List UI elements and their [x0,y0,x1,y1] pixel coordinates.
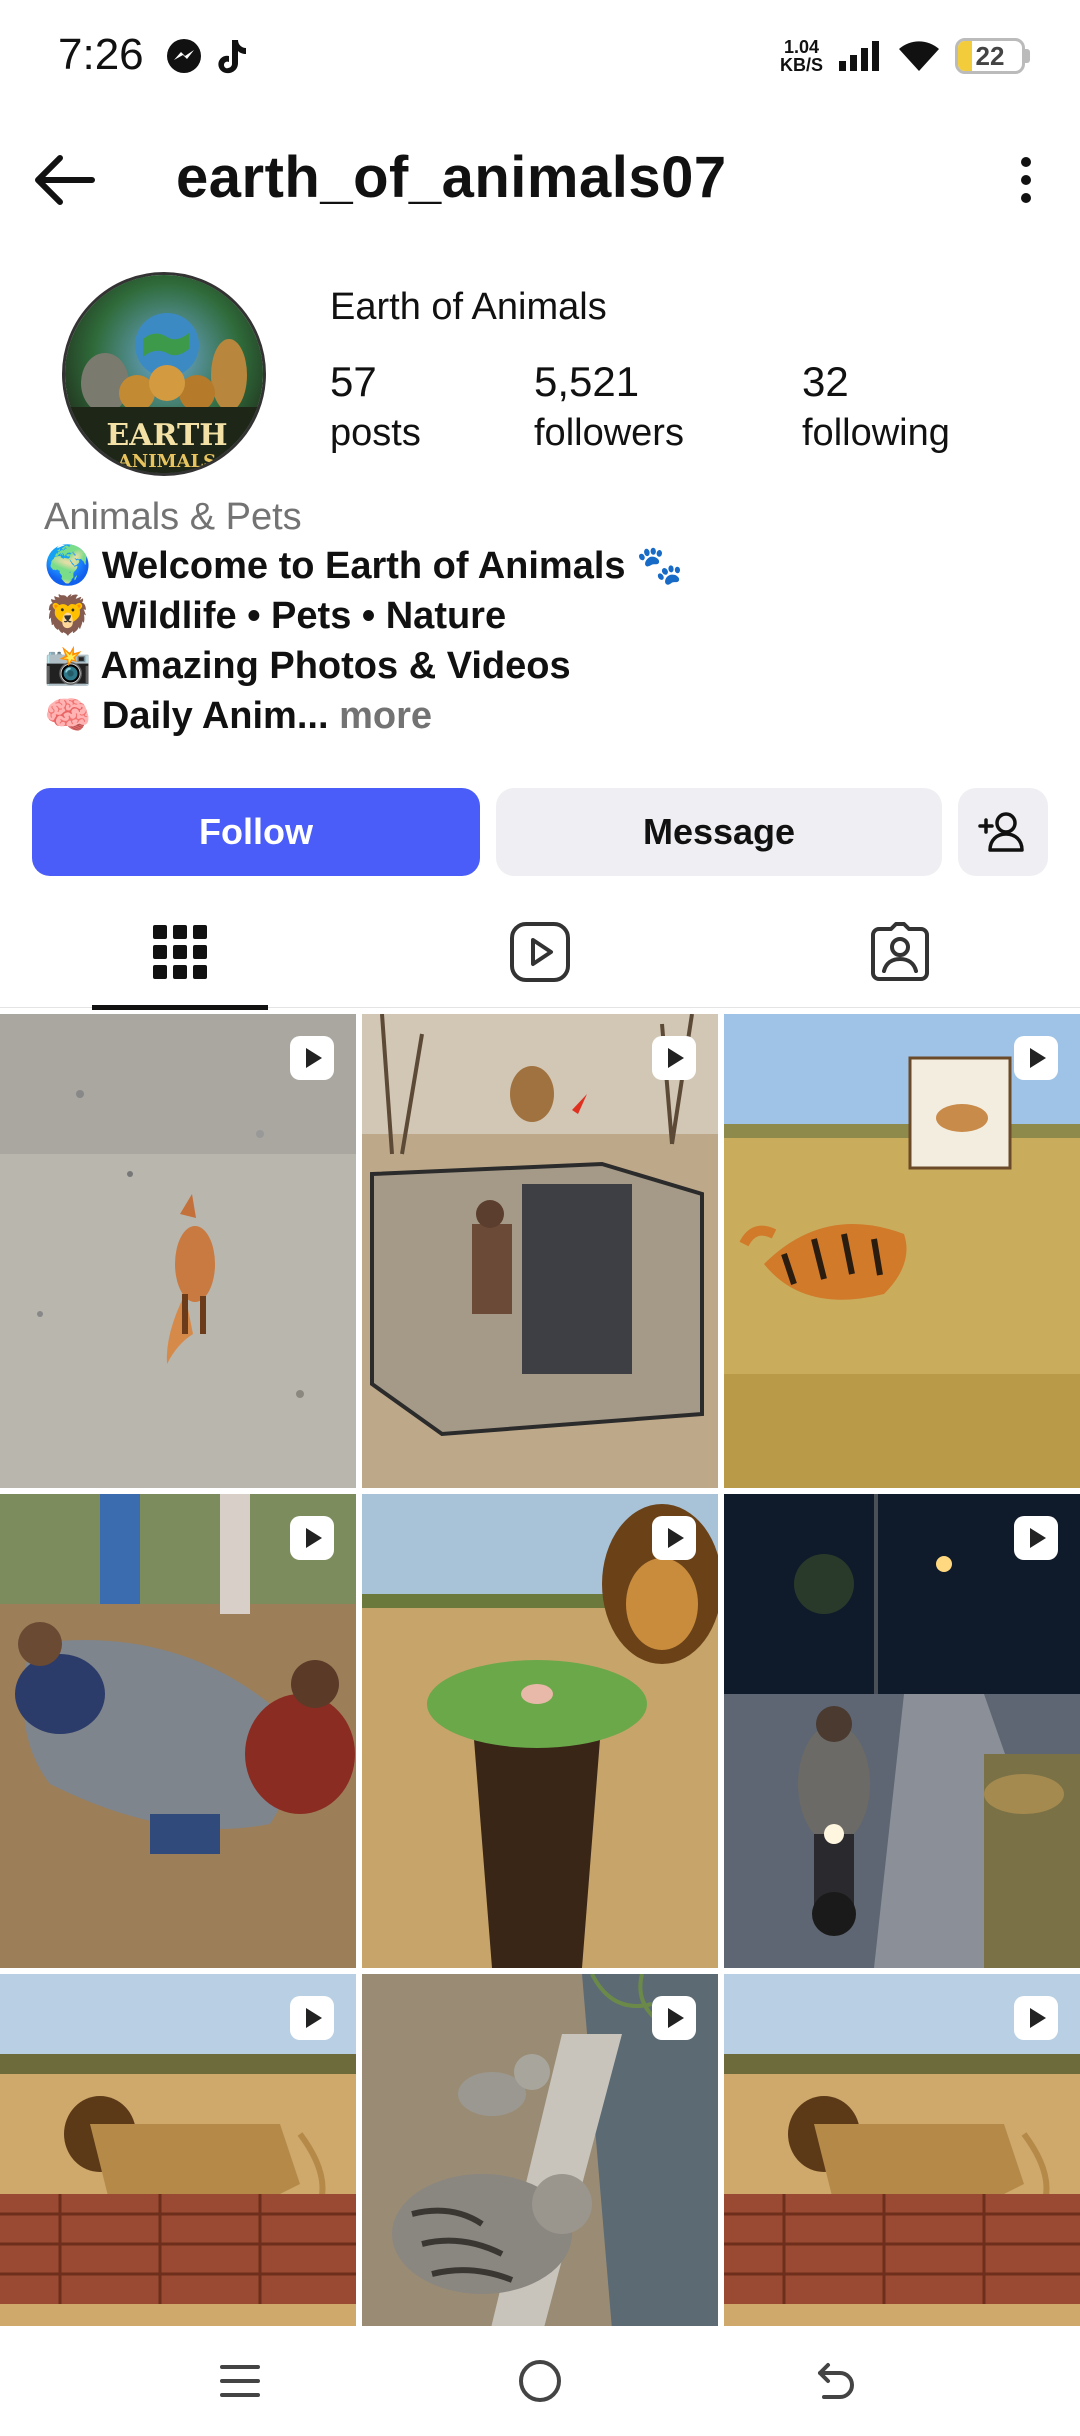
suggest-accounts-button[interactable] [958,788,1048,876]
lion-and-pit-image [362,1494,718,1968]
reel-badge-icon [1014,1036,1058,1080]
display-name: Earth of Animals [330,286,607,328]
reel-badge-icon [652,1996,696,2040]
following-label: following [802,412,950,454]
status-time: 7:26 [58,30,144,79]
post-tiger-antelope[interactable] [724,1014,1080,1488]
reel-badge-icon [652,1036,696,1080]
followers-label: followers [534,412,684,454]
menu-icon [220,2365,260,2397]
reels-icon [510,922,570,982]
reel-badge-icon [1014,1516,1058,1560]
following-stat[interactable]: 32 following [802,356,950,458]
post-lion-pit[interactable] [362,1494,718,1968]
bio-more-link[interactable]: more [339,695,432,737]
tiger-and-antelope-image [724,1014,1080,1488]
fox-on-beach-image [0,1014,356,1488]
active-tab-indicator [92,1005,268,1010]
profile-header: earth_of_animals07 [0,120,1080,240]
back-nav-icon [818,2363,854,2399]
bio-line: 🌍 Welcome to Earth of Animals 🐾 [44,545,684,587]
battery-level: 22 [975,40,1005,71]
post-catfish-people[interactable] [0,1494,356,1968]
back-arrow-icon[interactable] [30,148,100,212]
post-fox-beach[interactable] [0,1014,356,1488]
network-speed-unit: KB/S [779,55,823,75]
status-right: 1.04 KB/S 22 [780,34,1030,78]
profile-username: earth_of_animals07 [176,145,727,210]
back-button[interactable] [796,2346,876,2416]
more-options-icon[interactable] [996,148,1056,212]
bio-line: 📸 Amazing Photos & Videos [44,645,571,687]
avatar-subtitle-text: ANIMALS [117,451,216,472]
system-navigation-bar [0,2326,1080,2436]
tab-posts-grid[interactable] [0,896,360,1010]
avatar-title-text: EARTH [106,418,227,453]
network-speed-value: 1.04 [783,37,820,57]
posts-stat[interactable]: 57 posts [330,356,421,458]
bio-line: 🧠 Daily Anim... [44,695,329,737]
status-bar: 7:26 1.04 KB/S 22 [0,0,1080,110]
profile-tabs [0,896,1080,1010]
recent-apps-button[interactable] [200,2346,280,2416]
bio-line-truncated: 🧠 Daily Anim... more [44,694,432,738]
reel-badge-icon [1014,1996,1058,2040]
grid-icon [153,925,207,979]
home-button[interactable] [500,2346,580,2416]
posts-count: 57 [330,358,377,405]
message-button[interactable]: Message [496,788,942,876]
reel-badge-icon [652,1516,696,1560]
tab-tagged[interactable] [720,896,1080,1008]
followers-stat[interactable]: 5,521 followers [534,356,684,458]
battery-icon: 22 [955,38,1030,74]
giant-catfish-image [0,1494,356,1968]
follow-button[interactable]: Follow [32,788,480,876]
followers-count: 5,521 [534,358,640,405]
tab-reels[interactable] [360,896,720,1008]
following-count: 32 [802,358,849,405]
lion-cage-image [362,1014,718,1488]
tiktok-icon [218,40,246,74]
profile-avatar[interactable]: EARTH ANIMALS [62,272,266,476]
network-speed: 1.04 KB/S [780,38,823,74]
wifi-icon [899,41,939,71]
reel-badge-icon [290,1516,334,1560]
bio-line: 🦁 Wildlife • Pets • Nature [44,595,507,637]
home-circle-icon [519,2360,561,2402]
messenger-icon [167,39,201,73]
reel-badge-icon [290,1036,334,1080]
post-motorbike-leopard[interactable] [724,1494,1080,1968]
add-person-icon [978,812,1024,852]
tagged-icon [871,922,929,981]
motorbike-leopard-image [724,1494,1080,1968]
signal-icon [839,41,879,71]
reel-badge-icon [290,1996,334,2040]
posts-label: posts [330,412,421,454]
post-lion-cage[interactable] [362,1014,718,1488]
profile-category: Animals & Pets [44,496,302,538]
